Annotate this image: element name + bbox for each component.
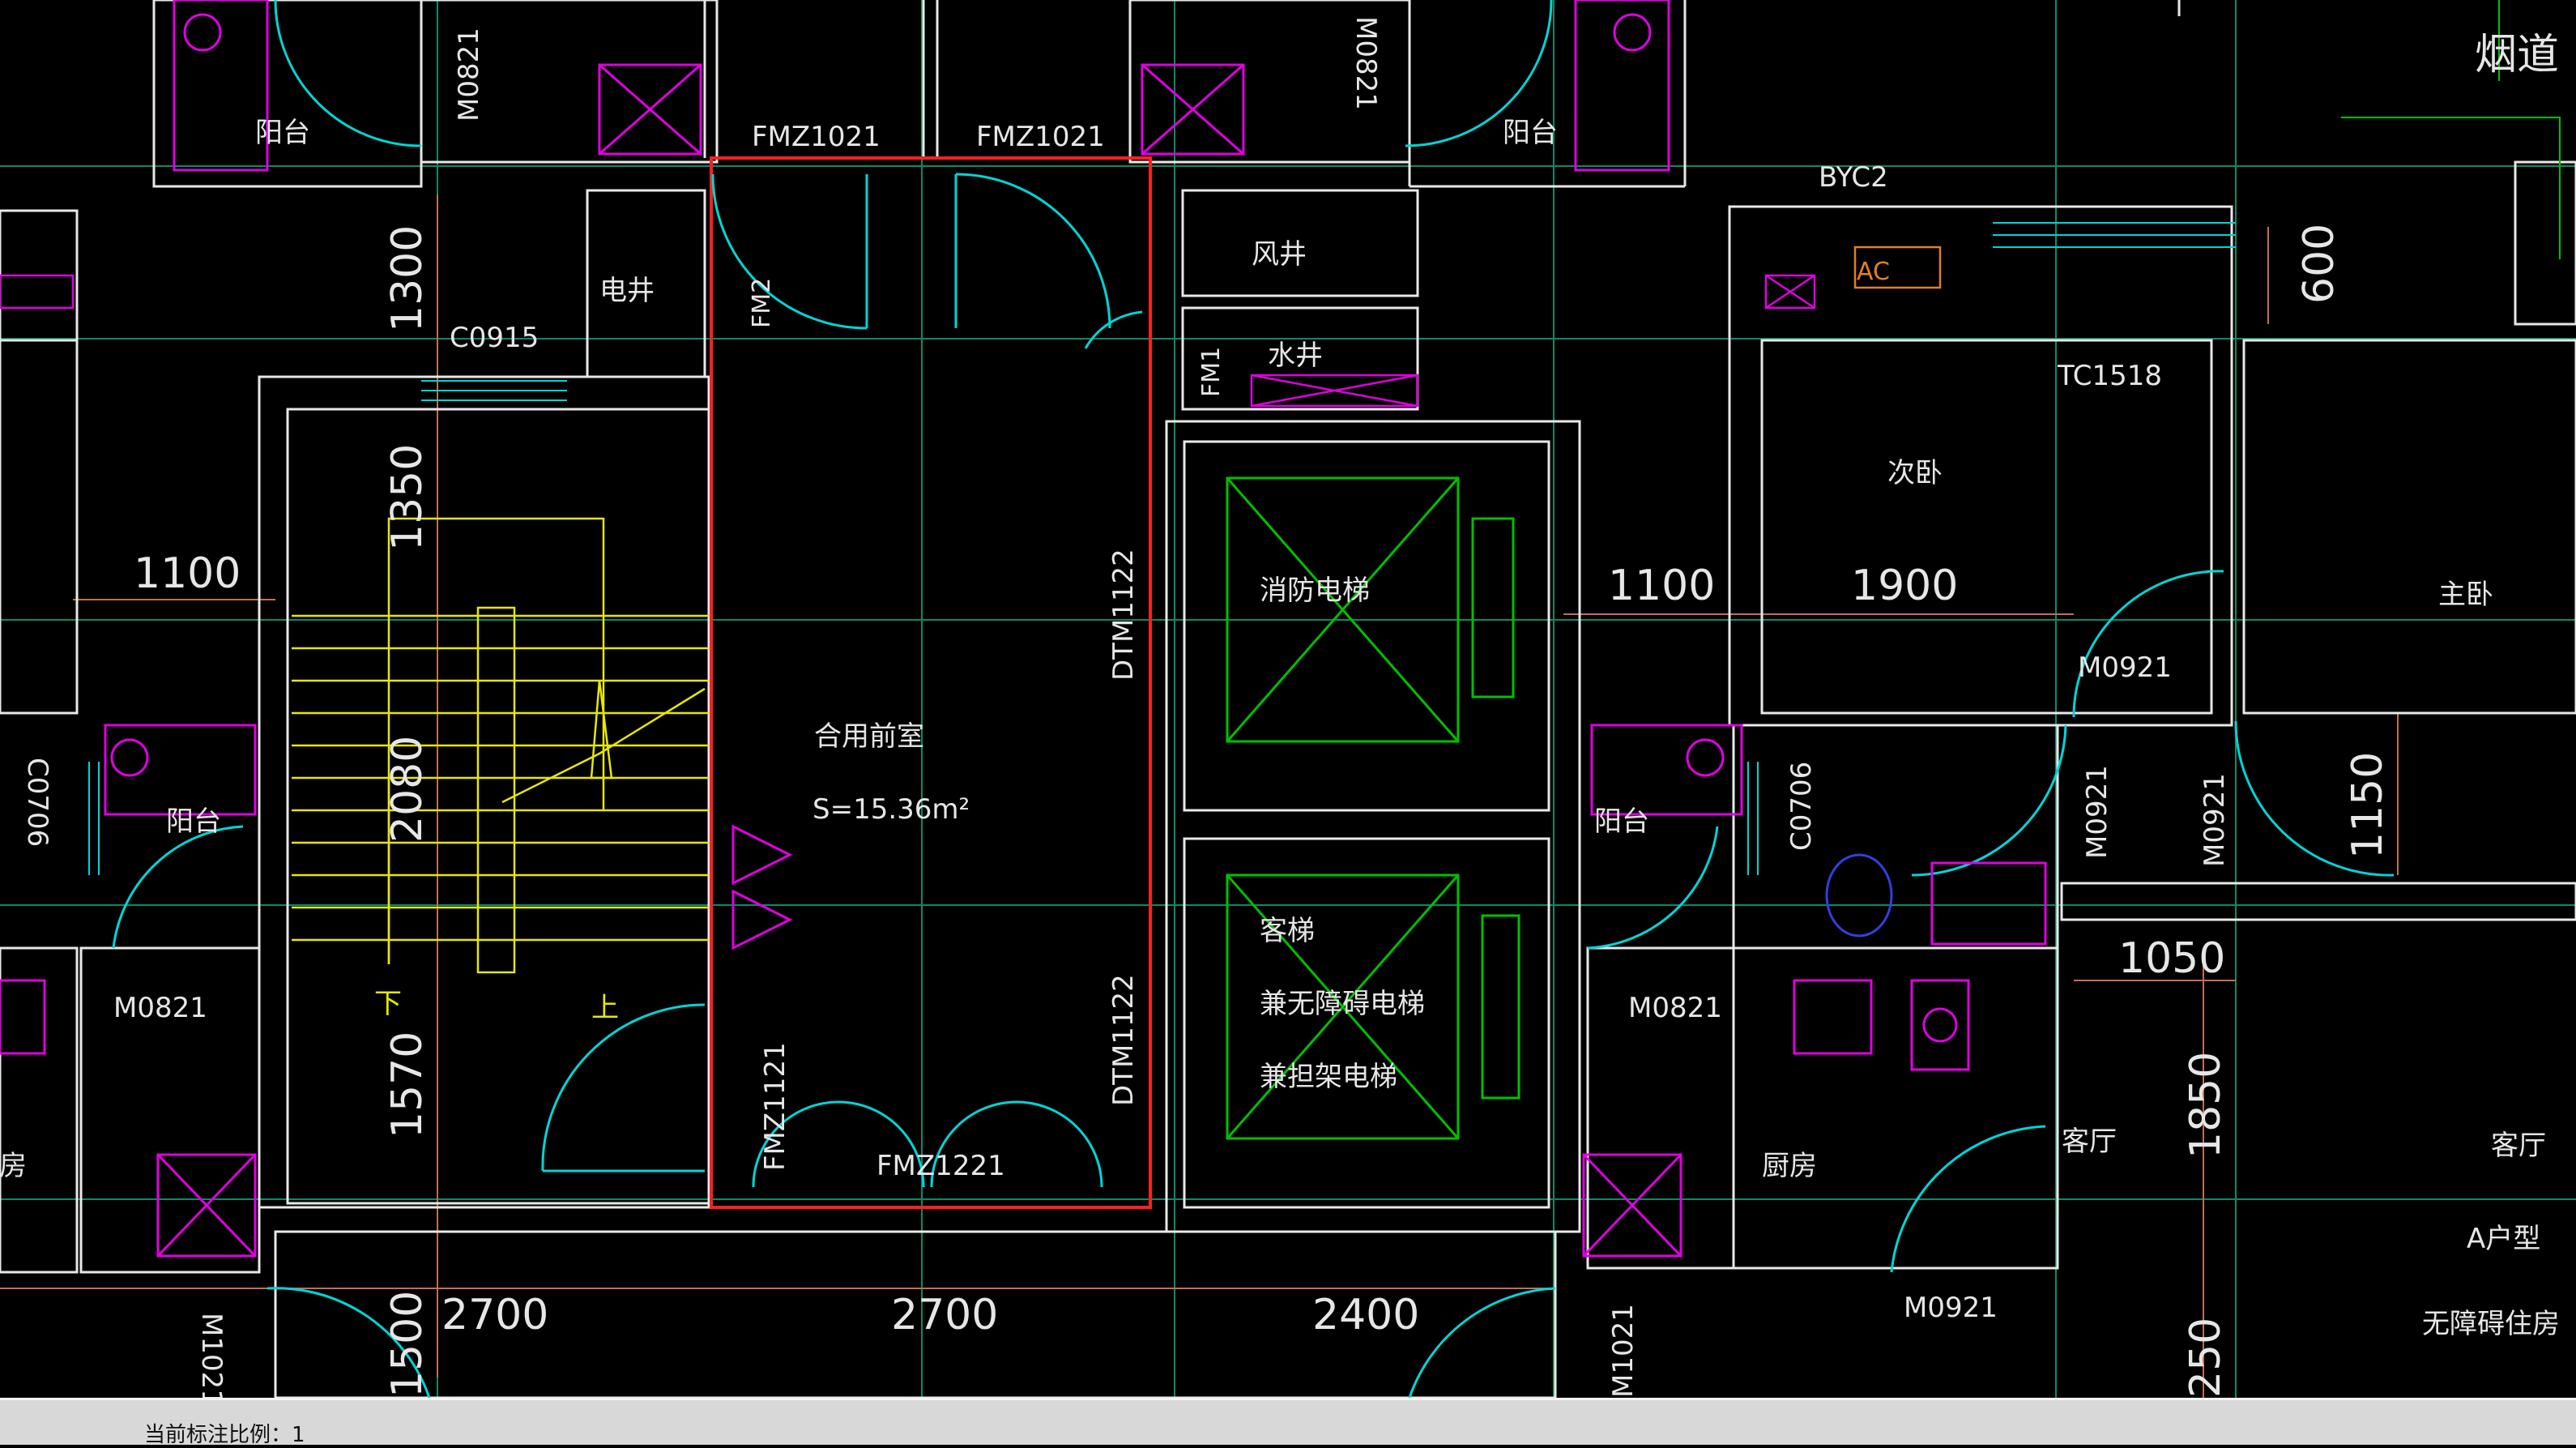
dim-1100-left: 1100	[134, 549, 241, 598]
label-m1021-left: M1021	[195, 1313, 228, 1398]
dim-2080: 2080	[383, 736, 432, 843]
label-m0921-a: M0921	[2078, 651, 2172, 684]
dim-1570: 1570	[383, 1032, 432, 1138]
label-byc2: BYC2	[1819, 161, 1888, 194]
status-bar: 当前标注比例：1	[0, 1398, 2576, 1447]
label-m0921-c: M0921	[2199, 773, 2231, 867]
label-m1021-right: M1021	[1607, 1304, 1640, 1398]
label-master-bedroom: 主卧	[2438, 579, 2493, 611]
label-m0921-bottom: M0921	[1904, 1292, 1998, 1324]
dim-250: 250	[2181, 1318, 2230, 1398]
label-fmz1021-b: FMZ1021	[976, 121, 1105, 153]
label-balcony-mid-left: 阳台	[166, 805, 221, 838]
label-stair-up: 上	[591, 992, 619, 1024]
label-accessible-unit: 无障碍住房	[2422, 1308, 2560, 1340]
dim-1350: 1350	[383, 444, 432, 551]
dim-1500: 1500	[383, 1291, 432, 1398]
label-flue: 烟道	[2475, 31, 2559, 79]
label-tc1518: TC1518	[2057, 360, 2162, 392]
label-fmz1121: FMZ1121	[759, 1042, 791, 1171]
dim-2700-a: 2700	[441, 1291, 548, 1339]
dim-1300: 1300	[383, 225, 432, 332]
label-c0915: C0915	[450, 322, 539, 354]
label-ac: AC	[1857, 258, 1890, 286]
label-dtm1122-a: DTM1122	[1107, 549, 1140, 681]
label-living-b: 客厅	[2491, 1130, 2546, 1162]
label-m0821-top-right: M0821	[1350, 16, 1382, 110]
label-m0821-left: M0821	[113, 992, 207, 1024]
label-balcony-mid-right: 阳台	[1594, 805, 1649, 838]
label-c0706-right: C0706	[1785, 762, 1818, 851]
label-m0821-right: M0821	[1628, 992, 1722, 1024]
label-electric-shaft: 电井	[599, 275, 655, 307]
label-fmz1221: FMZ1221	[876, 1150, 1005, 1182]
label-stretcher-elevator: 兼担架电梯	[1260, 1061, 1397, 1093]
label-unit-type: A户型	[2467, 1223, 2540, 1255]
label-water-shaft: 水井	[1268, 340, 1323, 372]
label-passenger-elevator: 客梯	[1260, 915, 1315, 947]
label-lobby: 合用前室	[814, 720, 924, 753]
cad-drawing-canvas[interactable]: 合用前室 S=15.36m² 消防电梯 客梯 兼无障碍电梯 兼担架电梯 电井 风…	[0, 0, 2576, 1398]
dim-1100-right: 1100	[1608, 562, 1715, 610]
dim-1150: 1150	[2344, 752, 2392, 859]
dim-1850: 1850	[2181, 1052, 2230, 1159]
label-kitchen-left: 厨房	[0, 1150, 27, 1182]
label-balcony-top-right: 阳台	[1503, 117, 1558, 149]
status-scale-text: 当前标注比例：1	[144, 1423, 305, 1447]
label-m0921-b: M0921	[2081, 765, 2113, 859]
label-fire-elevator: 消防电梯	[1260, 575, 1370, 607]
dim-600: 600	[2295, 224, 2344, 304]
label-fm2: FM2	[748, 278, 776, 328]
label-lobby-area: S=15.36m²	[812, 793, 970, 826]
label-fmz1021-a: FMZ1021	[752, 121, 881, 153]
label-air-shaft: 风井	[1252, 238, 1307, 271]
dim-1050: 1050	[2118, 934, 2225, 983]
label-living-a: 客厅	[2062, 1126, 2117, 1158]
dim-2400: 2400	[1312, 1291, 1419, 1339]
label-kitchen-right: 厨房	[1762, 1150, 1817, 1182]
label-dtm1122-b: DTM1122	[1107, 974, 1140, 1106]
dim-1900: 1900	[1851, 562, 1958, 610]
label-fm1: FM1	[1197, 347, 1226, 397]
label-stair-down: 下	[374, 988, 402, 1020]
label-accessible-elevator: 兼无障碍电梯	[1260, 988, 1425, 1020]
label-balcony-top-left: 阳台	[255, 117, 310, 149]
label-secondary-bedroom: 次卧	[1887, 457, 1943, 489]
label-c0706-left: C0706	[21, 758, 53, 847]
dim-2700-b: 2700	[891, 1291, 998, 1339]
label-m0821-top-left: M0821	[453, 28, 485, 122]
